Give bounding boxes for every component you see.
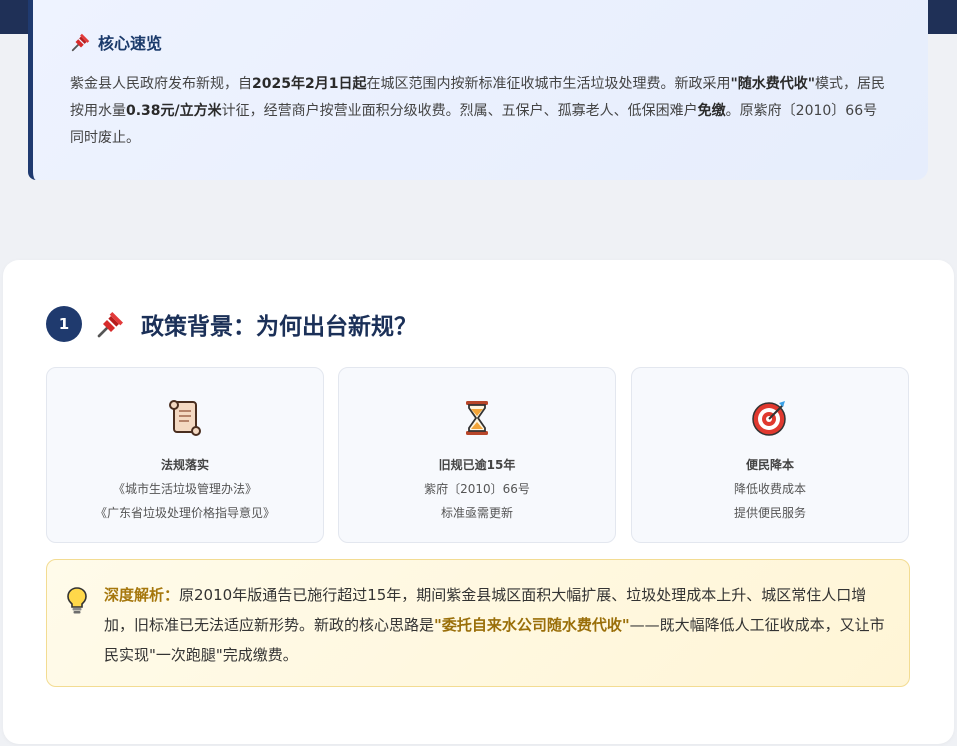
pushpin-icon xyxy=(70,31,92,53)
feature-line: 标准亟需更新 xyxy=(440,506,513,520)
section-number-badge: 1 xyxy=(46,306,82,342)
lightbulb-icon xyxy=(66,586,88,618)
target-icon xyxy=(632,398,908,438)
feature-title: 旧规已逾15年 xyxy=(438,458,516,472)
feature-card-convenience: 便民降本 降低收费成本 提供便民服务 xyxy=(631,367,909,543)
insight-callout: 深度解析：原2010年版通告已施行超过15年，期间紫金县城区面积大幅扩展、垃圾处… xyxy=(46,559,910,687)
feature-card-regulation: 法规落实 《城市生活垃圾管理办法》 《广东省垃圾处理价格指导意见》 xyxy=(46,367,324,543)
feature-title: 便民降本 xyxy=(745,458,794,472)
section-heading: 1 政策背景：为何出台新规？ xyxy=(46,306,417,342)
section-title: 政策背景：为何出台新规？ xyxy=(141,314,417,340)
insight-highlight: "委托自来水公司随水费代收" xyxy=(434,616,630,634)
scroll-icon xyxy=(47,398,323,438)
pushpin-icon xyxy=(95,308,127,340)
policy-background-card: 1 政策背景：为何出台新规？ 法规落实 《城市生活垃圾管理办法》 《广东省垃圾处… xyxy=(3,260,954,744)
feature-line: 提供便民服务 xyxy=(733,506,806,520)
insight-text: 深度解析：原2010年版通告已施行超过15年，期间紫金县城区面积大幅扩展、垃圾处… xyxy=(104,586,885,664)
feature-line: 《城市生活垃圾管理办法》 xyxy=(112,482,257,496)
summary-card: 核心速览 紫金县人民政府发布新规，自2025年2月1日起在城区范围内按新标准征收… xyxy=(28,0,928,180)
insight-label: 深度解析： xyxy=(104,586,180,604)
feature-line: 紫府〔2010〕66号 xyxy=(424,482,530,496)
summary-heading: 核心速览 xyxy=(70,30,892,54)
feature-card-old-rule: 旧规已逾15年 紫府〔2010〕66号 标准亟需更新 xyxy=(338,367,616,543)
feature-line: 降低收费成本 xyxy=(733,482,806,496)
feature-line: 《广东省垃圾处理价格指导意见》 xyxy=(94,506,275,520)
hourglass-icon xyxy=(339,398,615,438)
summary-text: 紫金县人民政府发布新规，自2025年2月1日起在城区范围内按新标准征收城市生活垃… xyxy=(70,76,886,146)
summary-title: 核心速览 xyxy=(98,34,163,53)
feature-title: 法规落实 xyxy=(160,458,209,472)
